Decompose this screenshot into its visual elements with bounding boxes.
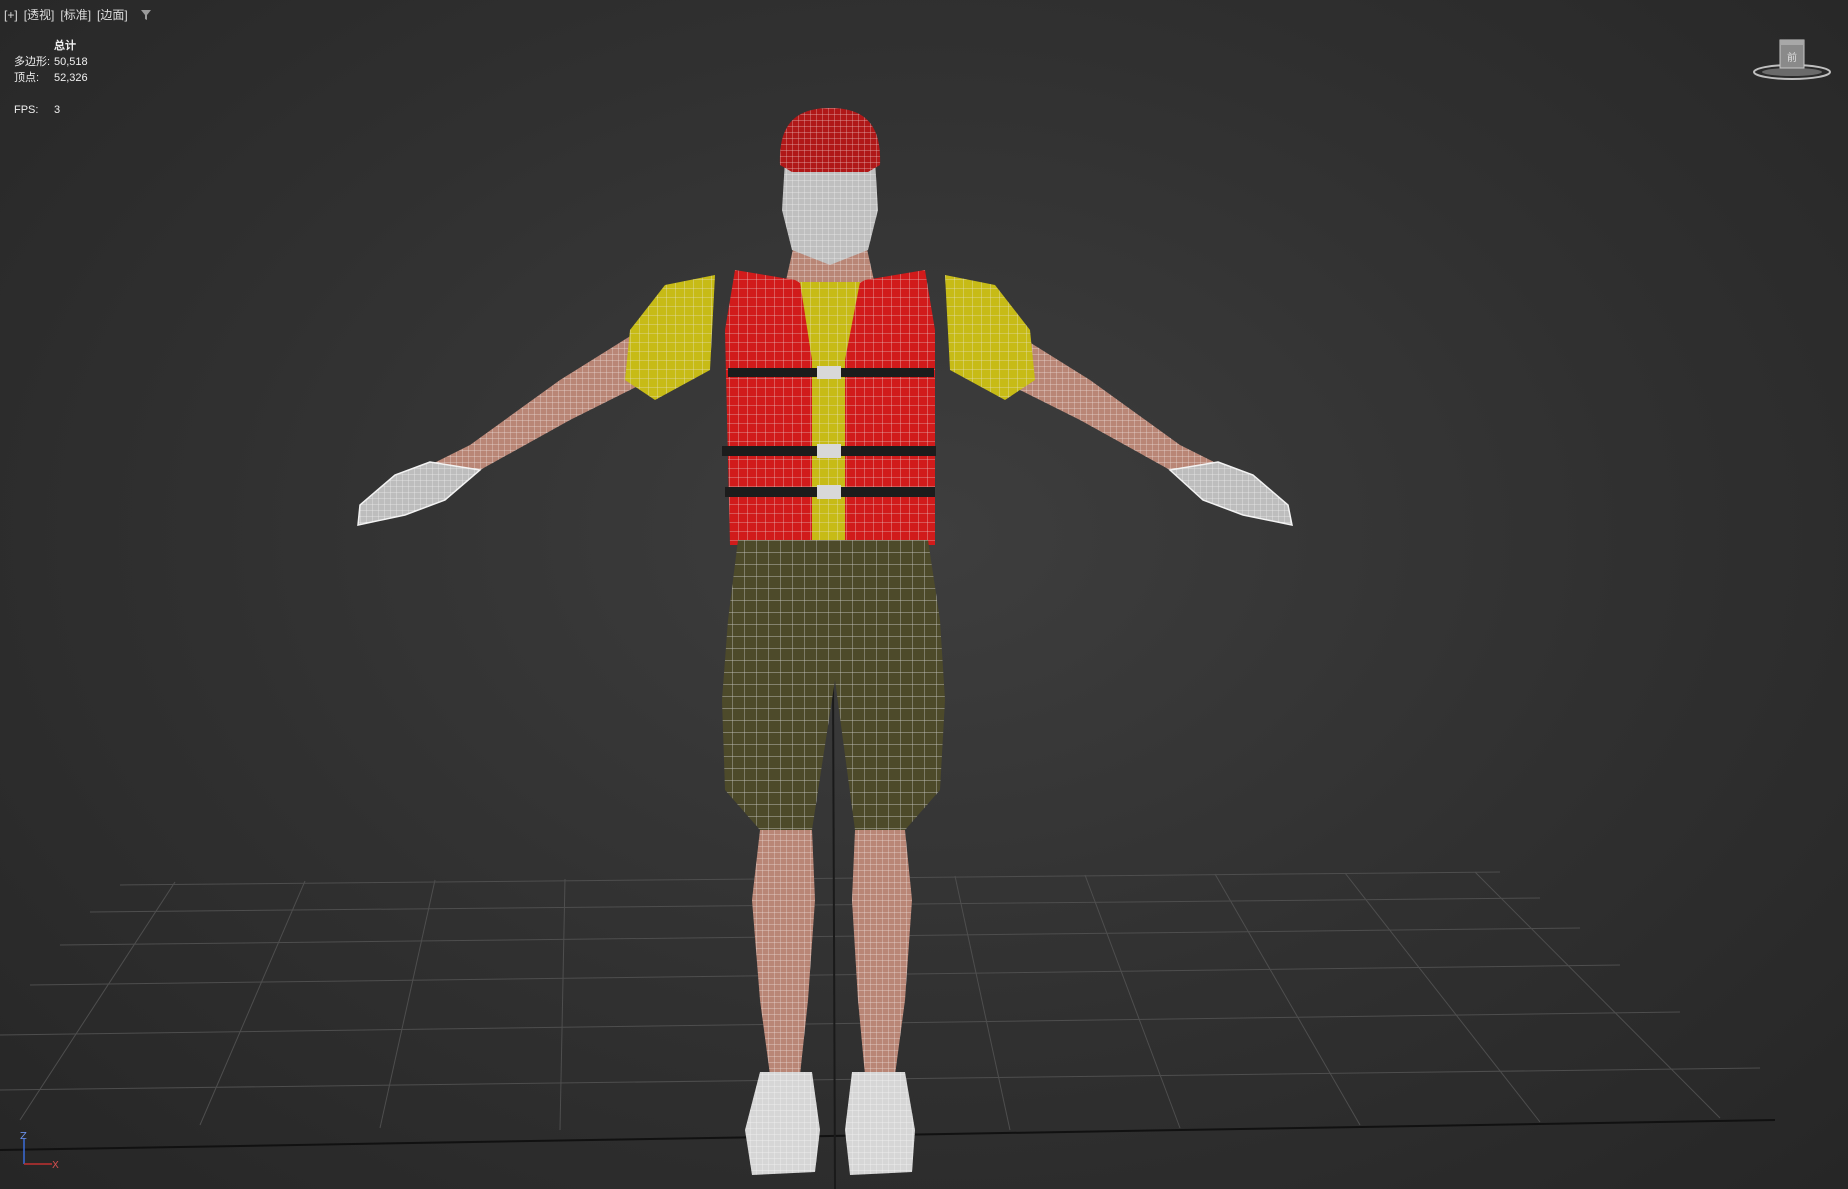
- character-model: [357, 108, 1293, 1175]
- viewport-scene[interactable]: [0, 0, 1848, 1189]
- axis-x-label: X: [52, 1160, 59, 1170]
- axis-z-label: Z: [20, 1131, 27, 1142]
- axis-tripod-icon: Z X: [20, 1131, 59, 1170]
- world-vertical-axis: [832, 679, 836, 1189]
